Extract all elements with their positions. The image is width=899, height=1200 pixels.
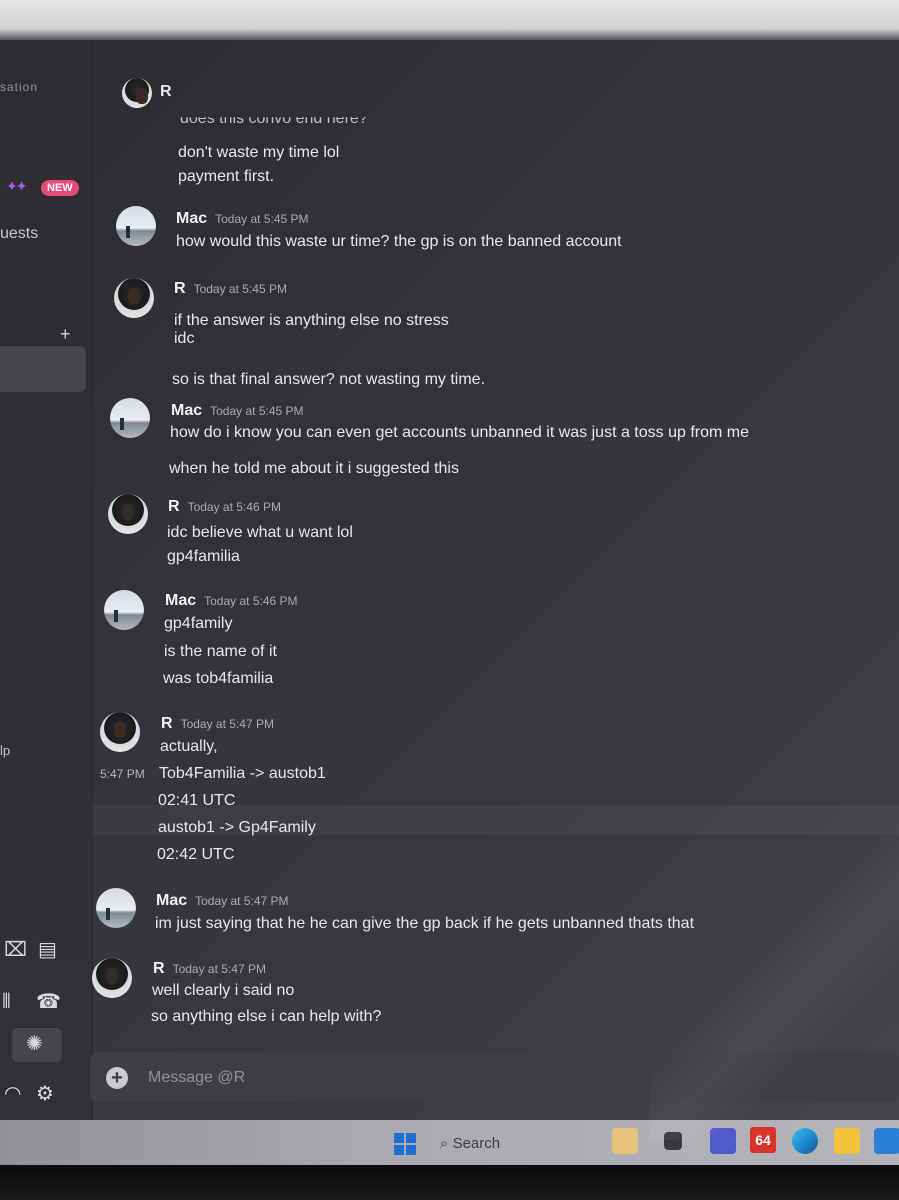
message-line: is the name of it	[164, 643, 277, 660]
sidebar-item-selected[interactable]	[0, 346, 86, 392]
message-line: payment first.	[178, 168, 275, 185]
avatar[interactable]	[104, 590, 144, 630]
settings-gear-icon[interactable]: ⚙	[36, 1084, 54, 1104]
message-line: well clearly i said no	[152, 982, 295, 999]
sidebar-help-label: lp	[0, 743, 11, 758]
avatar[interactable]	[96, 888, 136, 928]
message-line: how do i know you can even get accounts …	[170, 424, 749, 441]
edge-browser-icon[interactable]	[792, 1128, 818, 1154]
message-line: actually,	[160, 738, 218, 755]
teams-icon[interactable]	[710, 1128, 736, 1154]
new-badge: NEW	[41, 180, 79, 196]
message-line: austob1 -> Gp4Family	[158, 819, 316, 836]
message-line: Tob4Familia -> austob1	[159, 765, 326, 782]
author-name[interactable]: R	[174, 280, 186, 297]
author-name[interactable]: Mac	[156, 892, 187, 909]
message-line: 02:42 UTC	[157, 846, 235, 863]
profile-picture-icon[interactable]	[612, 1128, 638, 1154]
monitor-bezel-bottom	[0, 1165, 899, 1200]
message-line: was tob4familia	[163, 670, 274, 687]
avatar[interactable]	[108, 494, 148, 534]
author-name[interactable]: Mac	[171, 402, 202, 419]
sidebar-conversation-label: sation	[0, 80, 39, 94]
screen: sation ✦✦ NEW uests + lp ⌧ ▤ ⦀ ☎ ✺ ◠ ⚙ R…	[0, 40, 899, 1165]
contact-name[interactable]: R	[160, 83, 172, 101]
author-name[interactable]: Mac	[176, 210, 207, 227]
message-timestamp: Today at 5:47 PM	[180, 717, 274, 731]
message-timestamp: Today at 5:45 PM	[193, 282, 287, 296]
message-line: so anything else i can help with?	[151, 1008, 382, 1025]
sidebar-item-quests[interactable]: uests	[0, 225, 38, 243]
message-timestamp: Today at 5:47 PM	[195, 894, 289, 908]
sparkle-icon: ✦✦	[6, 178, 28, 194]
attach-plus-icon[interactable]: +	[106, 1067, 128, 1089]
hover-timestamp: 5:47 PM	[100, 767, 145, 781]
voice-waveform-icon[interactable]: ⦀	[2, 992, 11, 1012]
author-name[interactable]: R	[161, 715, 173, 732]
message-line-cutoff: does this convo end here?	[180, 110, 368, 127]
message-line: gp4familia	[167, 548, 240, 565]
screen-share-icon[interactable]: ⌧	[4, 940, 27, 960]
author-name[interactable]: Mac	[165, 592, 196, 609]
message-line: im just saying that he he can give the g…	[155, 915, 695, 932]
message-line: 02:41 UTC	[158, 792, 236, 809]
add-dm-icon[interactable]: +	[60, 324, 71, 345]
message-line: when he told me about it i suggested thi…	[169, 460, 459, 477]
app-64-icon[interactable]: 64	[750, 1127, 776, 1153]
activity-icon[interactable]: ▤	[38, 940, 57, 960]
windows-taskbar: ⌕ Search 64	[0, 1120, 899, 1165]
windows-start-icon[interactable]	[394, 1133, 416, 1155]
file-explorer-icon[interactable]	[834, 1128, 860, 1154]
avatar[interactable]	[92, 958, 132, 998]
avatar[interactable]	[100, 712, 140, 752]
left-sidebar: sation ✦✦ NEW uests + lp ⌧ ▤ ⦀ ☎ ✺ ◠ ⚙	[0, 40, 93, 1120]
message-timestamp: Today at 5:45 PM	[215, 212, 309, 226]
message-composer: +	[90, 1052, 899, 1102]
message-line: if the answer is anything else no stress	[174, 312, 449, 329]
mail-icon[interactable]	[874, 1128, 899, 1154]
disconnect-call-icon[interactable]: ☎	[36, 992, 61, 1012]
soundboard-icon: ✺	[26, 1033, 43, 1055]
message-line: idc believe what u want lol	[167, 524, 353, 541]
message-line: gp4family	[164, 615, 233, 632]
avatar[interactable]	[110, 398, 150, 438]
message-timestamp: Today at 5:45 PM	[210, 404, 304, 418]
taskbar-search[interactable]: ⌕ Search	[440, 1135, 500, 1152]
avatar[interactable]	[114, 278, 154, 318]
message-line: idc	[174, 330, 195, 347]
avatar[interactable]	[116, 206, 156, 246]
author-name[interactable]: R	[168, 498, 180, 515]
headphones-icon[interactable]: ◠	[4, 1084, 21, 1104]
message-timestamp: Today at 5:46 PM	[204, 594, 298, 608]
message-timestamp: Today at 5:46 PM	[187, 500, 281, 514]
message-input[interactable]	[146, 1064, 750, 1092]
message-line: don't waste my time lol	[178, 144, 340, 161]
chat-area: R does this convo end here? don't waste …	[92, 40, 899, 1165]
message-line: so is that final answer? not wasting my …	[172, 371, 486, 388]
message-line: how would this waste ur time? the gp is …	[176, 233, 622, 250]
avatar[interactable]	[122, 78, 152, 108]
author-name[interactable]: R	[153, 960, 165, 977]
message-timestamp: Today at 5:47 PM	[172, 962, 266, 976]
task-view-icon[interactable]	[664, 1132, 682, 1150]
taskbar-search-label: Search	[452, 1135, 501, 1152]
